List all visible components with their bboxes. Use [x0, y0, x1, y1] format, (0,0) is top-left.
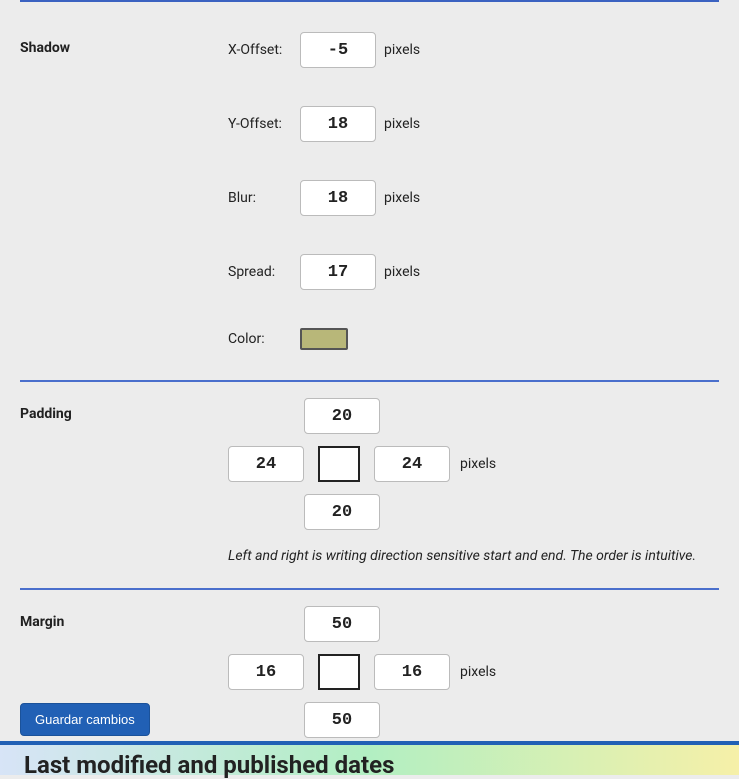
x-offset-unit: pixels: [384, 42, 420, 58]
margin-top-input[interactable]: [304, 606, 380, 642]
section-shadow: Shadow X-Offset: pixels Y-Offset: pixels…: [20, 2, 719, 380]
section-padding: Padding pixels Left and right is writing…: [20, 382, 719, 588]
y-offset-label: Y-Offset:: [228, 116, 300, 132]
blur-unit: pixels: [384, 190, 420, 206]
shadow-blur-row: Blur: pixels: [228, 180, 719, 216]
margin-bottom-input[interactable]: [304, 702, 380, 738]
padding-bottom-input[interactable]: [304, 494, 380, 530]
y-offset-input[interactable]: [300, 106, 376, 142]
spread-input[interactable]: [300, 254, 376, 290]
x-offset-label: X-Offset:: [228, 42, 300, 58]
shadow-y-offset-row: Y-Offset: pixels: [228, 106, 719, 142]
shadow-label: Shadow: [20, 32, 228, 350]
save-button[interactable]: Guardar cambios: [20, 703, 150, 736]
padding-left-input[interactable]: [228, 446, 304, 482]
footer-gradient-band: Last modified and published dates: [0, 741, 739, 775]
shadow-color-row: Color:: [228, 328, 719, 350]
padding-hint: Left and right is writing direction sens…: [228, 548, 719, 564]
padding-top-input[interactable]: [304, 398, 380, 434]
padding-unit: pixels: [460, 456, 496, 472]
margin-left-input[interactable]: [228, 654, 304, 690]
margin-right-input[interactable]: [374, 654, 450, 690]
shadow-x-offset-row: X-Offset: pixels: [228, 32, 719, 68]
spread-unit: pixels: [384, 264, 420, 280]
padding-center-box: [318, 446, 360, 482]
margin-unit: pixels: [460, 664, 496, 680]
padding-right-input[interactable]: [374, 446, 450, 482]
blur-input[interactable]: [300, 180, 376, 216]
margin-center-box: [318, 654, 360, 690]
spread-label: Spread:: [228, 264, 300, 280]
y-offset-unit: pixels: [384, 116, 420, 132]
blur-label: Blur:: [228, 190, 300, 206]
section-margin: Margin pixels: [20, 590, 719, 762]
shadow-spread-row: Spread: pixels: [228, 254, 719, 290]
padding-label: Padding: [20, 398, 228, 564]
x-offset-input[interactable]: [300, 32, 376, 68]
color-picker[interactable]: [300, 328, 348, 350]
color-label: Color:: [228, 331, 300, 347]
